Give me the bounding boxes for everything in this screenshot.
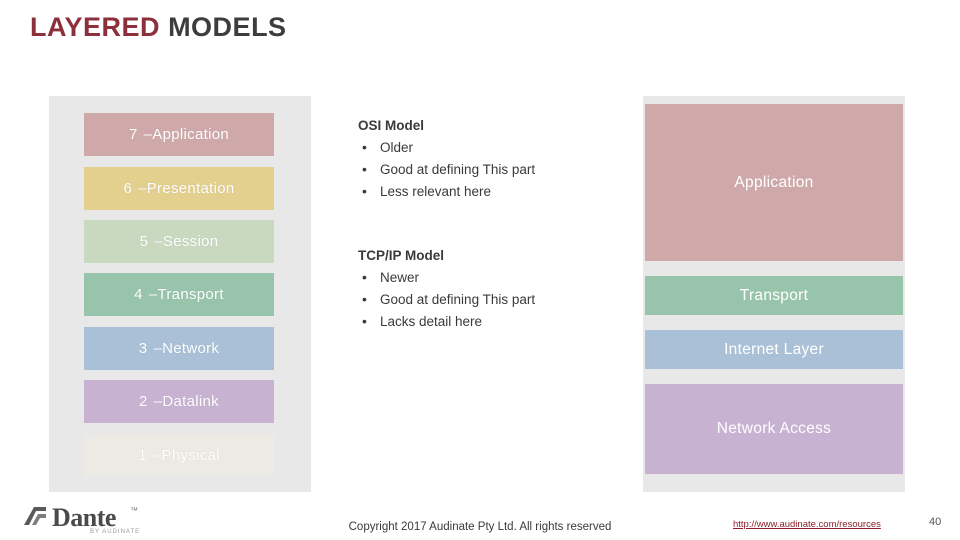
page-title: LAYERED MODELS (30, 12, 287, 43)
dante-logo-mark (24, 507, 46, 525)
list-item: Older (358, 136, 623, 159)
osi-layer-application: 7 –Application (84, 113, 274, 156)
osi-layer-number: 5 (139, 233, 149, 250)
osi-layer-session: 5 –Session (84, 220, 274, 263)
list-item: Good at defining This part (358, 158, 623, 181)
osi-layer-network: 3 –Network (84, 327, 274, 370)
list-item: Lacks detail here (358, 310, 623, 333)
osi-layer-datalink: 2 –Datalink (84, 380, 274, 423)
osi-layer-number: 6 (123, 180, 133, 197)
osi-layer-number: 4 (134, 286, 143, 303)
tcpip-model-stack: Application Transport Internet Layer Networ… (643, 96, 905, 492)
osi-layer-physical: 1 –Physical (84, 434, 274, 477)
list-item: Good at defining This part (358, 288, 623, 311)
tcpip-layer-label: Internet Layer (724, 340, 824, 358)
osi-layer-transport: 4 –Transport (84, 273, 274, 316)
osi-layer-label: –Application (143, 126, 229, 143)
list-item: Newer (358, 266, 623, 289)
tcpip-model-heading: TCP/IP Model (358, 248, 445, 263)
osi-model-stack: 7 –Application 6 –Presentation 5 –Session 4 –Tr… (49, 96, 311, 492)
osi-layer-number: 3 (138, 340, 148, 357)
osi-layer-label: –Datalink (153, 393, 219, 410)
trademark-symbol: ™ (130, 506, 138, 515)
logo-tagline: BY AUDINATE (90, 529, 141, 535)
page-number: 40 (929, 516, 942, 528)
tcpip-layer-label: Transport (739, 286, 809, 304)
tcpip-layer-internetlayer: Internet Layer (645, 330, 903, 369)
resources-link[interactable]: http://www.audinate.com/resources (733, 519, 881, 530)
osi-layer-label: –Session (154, 233, 219, 250)
osi-layer-label: –Presentation (138, 180, 235, 197)
tcpip-layer-label: Network Access (716, 420, 832, 437)
tcpip-layer-networkaccess: Network Access (645, 384, 903, 474)
osi-layer-number: 1 (138, 447, 147, 464)
list-item: Less relevant here (358, 180, 623, 203)
osi-layer-presentation: 6 –Presentation (84, 167, 274, 210)
page-title-part2: MODELS (168, 12, 287, 42)
tcpip-bullet-list: Newer Good at defining This part Lacks d… (358, 266, 623, 333)
model-descriptions: OSI Model Older Good at defining This pa… (358, 118, 623, 333)
osi-layer-label: –Network (153, 340, 220, 357)
osi-bullet-list: Older Good at defining This part Less re… (358, 136, 623, 203)
osi-model-heading: OSI Model (358, 118, 425, 133)
tcpip-layer-label: Application (734, 173, 814, 191)
osi-layer-label: –Physical (152, 447, 220, 464)
osi-layer-label: –Transport (148, 286, 224, 303)
tcpip-layer-application: Application (645, 104, 903, 261)
osi-layer-number: 7 (129, 126, 138, 143)
osi-layer-number: 2 (139, 393, 148, 410)
page-title-part1: LAYERED (30, 12, 161, 42)
dante-logo: Dante ™ BY AUDINATE (22, 503, 192, 537)
tcpip-layer-transport: Transport (645, 276, 903, 315)
